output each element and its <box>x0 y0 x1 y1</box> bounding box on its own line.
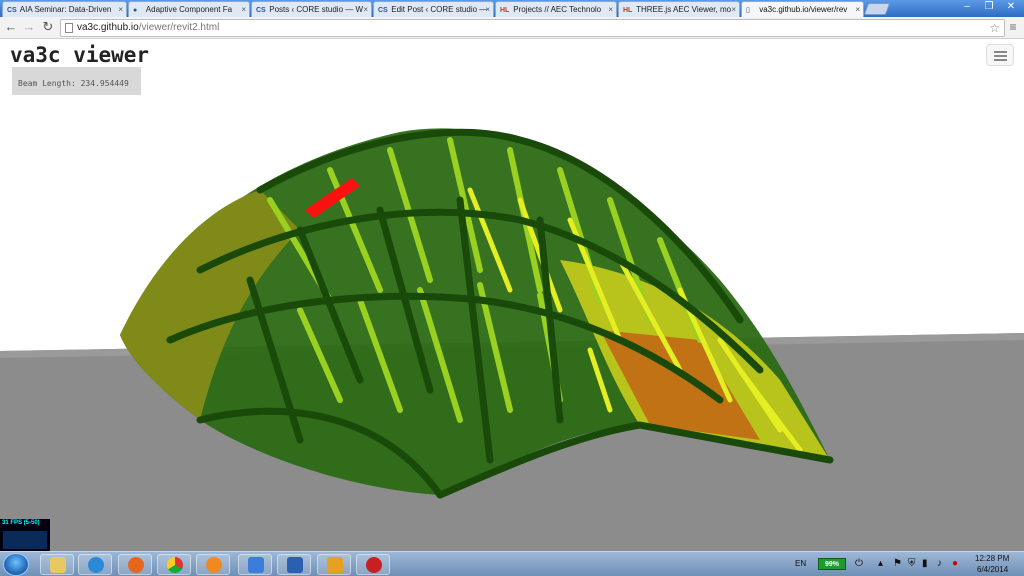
tab-label: Edit Post ‹ CORE studio — <box>391 5 488 14</box>
outlook-icon <box>327 557 343 573</box>
browser-tab-strip: CS AIA Seminar: Data-Driven × ● Adaptive… <box>0 0 1024 17</box>
cs-favicon-icon: CS <box>7 7 17 14</box>
menu-bar-icon <box>994 55 1007 57</box>
tab-posts-core-studio[interactable]: CS Posts ‹ CORE studio — W × <box>251 1 372 17</box>
tab-label: Posts ‹ CORE studio — W <box>269 5 364 14</box>
app-icon <box>366 557 382 573</box>
minimize-icon[interactable]: – <box>956 0 978 15</box>
lync-taskbar-button[interactable] <box>238 554 272 575</box>
firefox-icon <box>128 557 144 573</box>
tray-arrow-icon[interactable]: ▴ <box>878 558 883 569</box>
tab-label: Adaptive Component Fa <box>145 5 233 14</box>
fps-graph <box>3 531 47 549</box>
hamburger-menu-button[interactable] <box>986 44 1014 66</box>
lync-icon <box>248 557 264 573</box>
address-bar[interactable]: va3c.github.io/viewer/revit2.html ☆ <box>60 19 1005 37</box>
url-host: va3c.github.io <box>77 22 139 33</box>
viewer-page: va3c viewer Beam Length: 234.954449 31 F… <box>0 40 1024 551</box>
close-tab-icon[interactable]: × <box>241 5 246 14</box>
browser-toolbar: ← → ↻ va3c.github.io/viewer/revit2.html … <box>0 17 1024 39</box>
tab-adaptive-component[interactable]: ● Adaptive Component Fa × <box>128 1 250 17</box>
close-tab-icon[interactable]: × <box>363 5 368 14</box>
tab-label: AIA Seminar: Data-Driven <box>19 5 112 14</box>
explorer-taskbar-button[interactable] <box>40 554 74 575</box>
close-tab-icon[interactable]: × <box>485 5 490 14</box>
reload-icon[interactable]: ↻ <box>40 19 56 35</box>
chrome-menu-icon[interactable]: ≡ <box>1006 20 1020 34</box>
language-indicator[interactable]: EN <box>795 559 806 568</box>
page-icon <box>65 23 73 33</box>
close-tab-icon[interactable]: × <box>608 5 613 14</box>
flag-icon[interactable]: ⚑ <box>893 558 902 569</box>
word-taskbar-button[interactable] <box>277 554 311 575</box>
ie-taskbar-button[interactable] <box>78 554 112 575</box>
close-window-icon[interactable]: ✕ <box>1000 0 1022 15</box>
firefox-taskbar-button[interactable] <box>118 554 152 575</box>
hl-favicon-icon: HL <box>623 7 633 14</box>
tab-label: va3c.github.io/viewer/rev <box>759 5 848 14</box>
media-player-icon <box>206 557 222 573</box>
close-tab-icon[interactable]: × <box>855 5 860 14</box>
beam-length-panel: Beam Length: 234.954449 <box>12 67 141 95</box>
media-player-taskbar-button[interactable] <box>196 554 230 575</box>
close-tab-icon[interactable]: × <box>731 5 736 14</box>
folder-icon <box>50 557 66 573</box>
tab-aia-seminar[interactable]: CS AIA Seminar: Data-Driven × <box>2 1 127 17</box>
github-icon: ● <box>133 7 138 14</box>
forward-arrow-icon[interactable]: → <box>21 19 37 35</box>
outlook-taskbar-button[interactable] <box>317 554 351 575</box>
close-tab-icon[interactable]: × <box>118 5 123 14</box>
fps-label: 31 FPS (5-50) <box>2 520 40 526</box>
chrome-icon <box>167 557 183 573</box>
menu-bar-icon <box>994 51 1007 53</box>
maximize-icon[interactable]: ❐ <box>978 0 1000 15</box>
back-arrow-icon[interactable]: ← <box>3 19 19 35</box>
cs-favicon-icon: CS <box>378 7 388 14</box>
url-path: /viewer/revit2.html <box>138 22 220 33</box>
tab-label: THREE.js AEC Viewer, mo <box>636 5 732 14</box>
3d-viewport[interactable] <box>0 40 1024 551</box>
tab-label: Projects // AEC Technolo <box>513 5 602 14</box>
shield-icon[interactable]: ⛨ <box>908 558 916 569</box>
update-icon[interactable]: ● <box>952 558 958 569</box>
power-plug-icon[interactable]: ⏻ <box>855 558 863 569</box>
network-icon[interactable]: ▮ <box>922 558 928 569</box>
tab-va3c-viewer[interactable]: ▯ va3c.github.io/viewer/rev × <box>741 1 864 17</box>
tab-edit-post[interactable]: CS Edit Post ‹ CORE studio — × <box>373 1 494 17</box>
start-button[interactable] <box>3 553 29 576</box>
app-taskbar-button[interactable] <box>356 554 390 575</box>
cs-favicon-icon: CS <box>256 7 266 14</box>
bookmark-star-icon[interactable]: ☆ <box>989 20 1000 36</box>
chrome-taskbar-button[interactable] <box>157 554 191 575</box>
menu-bar-icon <box>994 59 1007 61</box>
clock-date[interactable]: 6/4/2014 <box>977 565 1008 574</box>
battery-indicator[interactable]: 99% <box>818 558 846 570</box>
page-icon: ▯ <box>746 7 750 14</box>
page-title: va3c viewer <box>10 43 150 67</box>
clock-time[interactable]: 12:28 PM <box>975 554 1009 563</box>
new-tab-button[interactable] <box>863 3 891 15</box>
tab-projects-aec[interactable]: HL Projects // AEC Technolo × <box>495 1 617 17</box>
windows-taskbar: EN 99% ⏻ ▴ ⚑ ⛨ ▮ ♪ ● 12:28 PM 6/4/2014 <box>0 551 1024 576</box>
volume-icon[interactable]: ♪ <box>937 558 942 569</box>
tab-threejs-aec-viewer[interactable]: HL THREE.js AEC Viewer, mo × <box>618 1 740 17</box>
hl-favicon-icon: HL <box>500 7 510 14</box>
internet-explorer-icon <box>88 557 104 573</box>
word-icon <box>287 557 303 573</box>
fps-stats-panel: 31 FPS (5-50) <box>0 519 50 551</box>
